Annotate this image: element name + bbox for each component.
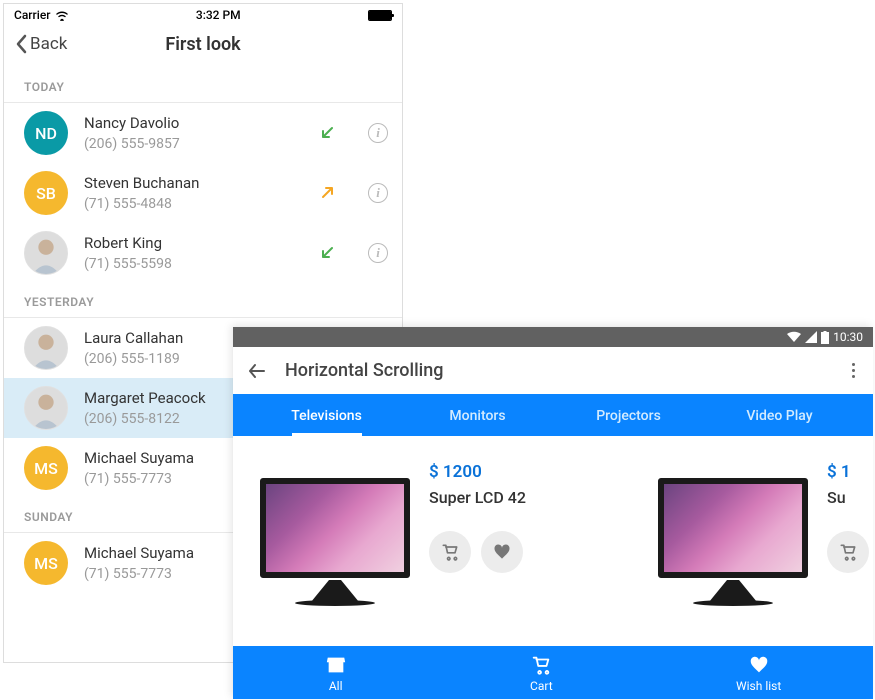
add-to-cart-button[interactable]	[429, 531, 471, 573]
tab-televisions[interactable]: Televisions	[251, 394, 402, 436]
tab-monitors[interactable]: Monitors	[402, 394, 553, 436]
incoming-call-icon	[318, 124, 336, 142]
incoming-call-icon	[318, 244, 336, 262]
wifi-icon	[787, 331, 801, 343]
clock-label: 3:32 PM	[196, 8, 241, 22]
clock-label: 10:30	[833, 330, 863, 344]
overflow-menu-button[interactable]	[848, 359, 859, 382]
back-label: Back	[30, 34, 67, 54]
contact-row[interactable]: SB Steven Buchanan (71) 555-4848 i	[4, 163, 402, 223]
contact-name: Nancy Davolio	[84, 114, 302, 132]
info-button[interactable]: i	[368, 183, 388, 203]
contact-row[interactable]: Robert King (71) 555-5598 i	[4, 223, 402, 283]
product-price: $ 1	[827, 462, 873, 482]
nav-all[interactable]: All	[325, 654, 347, 693]
product-name: Su	[827, 488, 873, 507]
product-card[interactable]: $ 1 Su	[653, 458, 873, 640]
battery-icon	[368, 10, 392, 21]
contact-phone: (71) 555-4848	[84, 196, 302, 212]
nav-label: Wish list	[736, 679, 781, 693]
contact-name: Steven Buchanan	[84, 174, 302, 192]
product-meta: $ 1200 Super LCD 42	[429, 458, 526, 640]
android-products-panel: 10:30 Horizontal Scrolling TelevisionsMo…	[233, 327, 873, 699]
toolbar-title: Horizontal Scrolling	[285, 360, 830, 381]
nav-wish-list[interactable]: Wish list	[736, 654, 781, 693]
carrier-label: Carrier	[14, 8, 51, 22]
bottom-nav: All Cart Wish list	[233, 646, 873, 699]
outgoing-call-icon	[318, 184, 336, 202]
product-price: $ 1200	[429, 462, 526, 482]
avatar	[24, 231, 68, 275]
contact-info: Nancy Davolio (206) 555-9857	[84, 114, 302, 152]
product-image	[653, 458, 813, 598]
section-header: TODAY	[4, 72, 402, 103]
product-card[interactable]: $ 1200 Super LCD 42	[255, 458, 635, 640]
products-scroller[interactable]: $ 1200 Super LCD 42 $ 1 Su	[233, 436, 873, 640]
wifi-icon	[55, 10, 69, 21]
nav-label: Cart	[530, 679, 553, 693]
battery-icon	[821, 331, 829, 344]
avatar: ND	[24, 111, 68, 155]
back-button[interactable]: Back	[14, 34, 67, 54]
nav-label: All	[329, 679, 343, 693]
info-button[interactable]: i	[368, 243, 388, 263]
wishlist-button[interactable]	[481, 531, 523, 573]
ios-nav-bar: Back First look	[4, 26, 402, 68]
product-name: Super LCD 42	[429, 488, 526, 507]
contact-phone: (71) 555-5598	[84, 256, 302, 272]
avatar	[24, 386, 68, 430]
tab-projectors[interactable]: Projectors	[553, 394, 704, 436]
section-header: YESTERDAY	[4, 287, 402, 318]
contact-name: Robert King	[84, 234, 302, 252]
product-meta: $ 1 Su	[827, 458, 873, 640]
avatar: MS	[24, 446, 68, 490]
nav-cart[interactable]: Cart	[530, 654, 553, 693]
chevron-left-icon	[14, 34, 28, 54]
tab-video-play[interactable]: Video Play	[704, 394, 855, 436]
android-status-bar: 10:30	[233, 327, 873, 347]
contact-info: Robert King (71) 555-5598	[84, 234, 302, 272]
back-arrow-icon[interactable]	[247, 361, 267, 381]
avatar: SB	[24, 171, 68, 215]
category-tabs: TelevisionsMonitorsProjectorsVideo Play	[233, 394, 873, 436]
android-toolbar: Horizontal Scrolling	[233, 347, 873, 394]
contact-info: Steven Buchanan (71) 555-4848	[84, 174, 302, 212]
contact-phone: (206) 555-9857	[84, 136, 302, 152]
avatar	[24, 326, 68, 370]
product-image	[255, 458, 415, 598]
ios-status-bar: Carrier 3:32 PM	[4, 4, 402, 26]
signal-icon	[805, 331, 817, 343]
avatar: MS	[24, 541, 68, 585]
contact-row[interactable]: ND Nancy Davolio (206) 555-9857 i	[4, 103, 402, 163]
add-to-cart-button[interactable]	[827, 531, 869, 573]
info-button[interactable]: i	[368, 123, 388, 143]
